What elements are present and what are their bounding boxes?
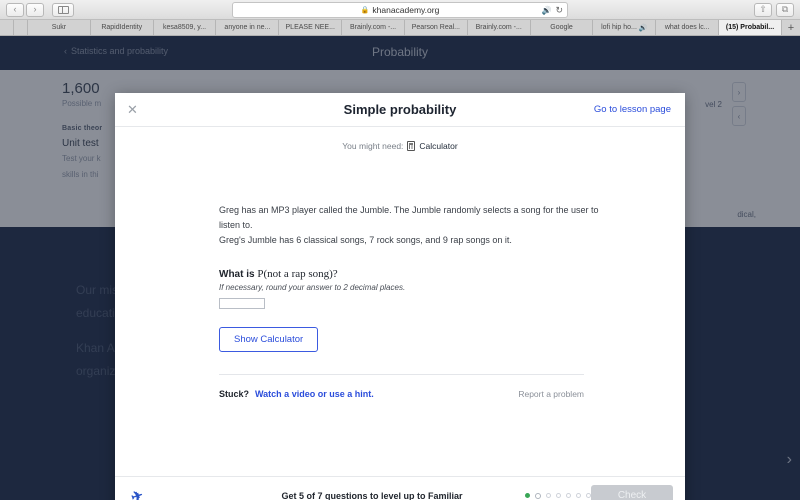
level-up-text: Get 5 of 7 questions to level up to Fami… bbox=[281, 490, 463, 500]
go-to-lesson-page-link[interactable]: Go to lesson page bbox=[594, 104, 671, 115]
stuck-label: Stuck? bbox=[219, 388, 250, 399]
question-line: What is P(not a rap song)? bbox=[219, 268, 599, 280]
stuck-row: Stuck? Watch a video or use a hint. Repo… bbox=[219, 389, 584, 399]
browser-tab-label: RapidIdentity bbox=[101, 24, 143, 31]
watch-video-hint-link[interactable]: Watch a video or use a hint. bbox=[255, 389, 374, 399]
close-icon[interactable]: ✕ bbox=[127, 103, 138, 116]
browser-tab-label: anyone in ne... bbox=[224, 24, 271, 31]
address-bar[interactable]: 🔒 khanacademy.org 🔊 ↻ bbox=[232, 2, 568, 18]
question-math: P(not a rap song)? bbox=[257, 267, 338, 280]
forward-icon: › bbox=[33, 4, 37, 14]
share-button[interactable]: ⇧ bbox=[754, 2, 772, 17]
browser-tab[interactable]: Sukr bbox=[28, 20, 91, 35]
browser-tab[interactable]: lofi hip ho... 🔊 bbox=[593, 20, 657, 35]
modal-footer: ✈ Get 5 of 7 questions to level up to Fa… bbox=[115, 476, 685, 500]
reload-icon[interactable]: ↻ bbox=[555, 5, 563, 16]
browser-tab-label: lofi hip ho... bbox=[601, 24, 637, 31]
sidebar-toggle-button[interactable] bbox=[52, 2, 74, 17]
back-button[interactable]: ‹ bbox=[6, 2, 24, 17]
browser-tab[interactable]: (15) Probabil... bbox=[719, 20, 782, 35]
new-tab-button[interactable]: + bbox=[781, 20, 800, 35]
section-divider bbox=[219, 373, 584, 375]
browser-toolbar: ‹ › 🔒 khanacademy.org 🔊 ↻ ⇧ ⧉ bbox=[0, 0, 800, 20]
lock-icon: 🔒 bbox=[360, 7, 370, 14]
tabs-icon: ⧉ bbox=[781, 4, 789, 14]
toolbar-right-buttons: ⇧ ⧉ bbox=[754, 2, 794, 17]
progress-dot bbox=[546, 493, 551, 498]
progress-dot bbox=[556, 493, 561, 498]
browser-tab[interactable]: what does lc... bbox=[656, 20, 720, 35]
answer-input[interactable] bbox=[219, 297, 265, 309]
browser-tab[interactable]: anyone in ne... bbox=[216, 20, 280, 35]
tab-strip: Sukr RapidIdentity kesa8509, y... anyone in… bbox=[0, 20, 800, 36]
forward-button[interactable]: › bbox=[26, 2, 44, 17]
you-might-need-row: You might need: Calculator bbox=[115, 141, 685, 151]
sidebar-icon bbox=[57, 5, 69, 14]
show-tabs-button[interactable]: ⧉ bbox=[776, 2, 794, 17]
browser-tab-label: Brainly.com -... bbox=[475, 24, 522, 31]
progress-dots bbox=[525, 492, 591, 499]
browser-tab[interactable] bbox=[14, 20, 28, 35]
tab-audio-icon[interactable]: 🔊 bbox=[639, 24, 648, 32]
progress-dot bbox=[576, 493, 581, 498]
progress-dot bbox=[566, 493, 571, 498]
calculator-icon bbox=[407, 141, 416, 151]
browser-tab-label: Brainly.com -... bbox=[349, 24, 397, 31]
browser-chrome: ‹ › 🔒 khanacademy.org 🔊 ↻ ⇧ ⧉ Sukr RapidI… bbox=[0, 0, 800, 36]
problem-area: Greg has an MP3 player called the Jumble… bbox=[219, 203, 599, 399]
khan-academy-page: ‹ Statistics and probability Probability… bbox=[0, 36, 800, 500]
problem-line-2: Greg's Jumble has 6 classical songs, 7 r… bbox=[219, 234, 512, 245]
share-icon: ⇧ bbox=[759, 4, 767, 14]
question-prefix: What is bbox=[219, 268, 258, 280]
problem-line-1: Greg has an MP3 player called the Jumble… bbox=[219, 205, 599, 230]
browser-tab[interactable] bbox=[0, 20, 14, 35]
browser-tab-label: Pearson Real... bbox=[411, 24, 460, 31]
browser-tab[interactable]: PLEASE NEE... bbox=[279, 20, 343, 35]
show-calculator-button[interactable]: Show Calculator bbox=[219, 326, 319, 352]
speaker-icon[interactable]: 🔊 bbox=[541, 6, 551, 15]
browser-tab-label: Google bbox=[550, 24, 573, 31]
browser-tab[interactable]: Brainly.com -... bbox=[342, 20, 405, 35]
browser-tab[interactable]: RapidIdentity bbox=[90, 20, 154, 35]
browser-tab[interactable]: Pearson Real... bbox=[404, 20, 468, 35]
address-bar-actions: 🔊 ↻ bbox=[541, 5, 563, 16]
browser-tab-label: PLEASE NEE... bbox=[285, 24, 335, 31]
exercise-modal: ✕ Simple probability Go to lesson page Y… bbox=[115, 93, 685, 500]
modal-header: ✕ Simple probability Go to lesson page bbox=[115, 93, 685, 127]
browser-tab[interactable]: Google bbox=[530, 20, 594, 35]
url-text: khanacademy.org bbox=[372, 5, 440, 15]
browser-tab-label: Sukr bbox=[51, 24, 67, 31]
khan-academy-logo-icon: ✈ bbox=[128, 485, 145, 500]
check-button[interactable]: Check bbox=[591, 484, 673, 500]
calculator-link[interactable]: Calculator bbox=[419, 141, 457, 151]
modal-body: You might need: Calculator Greg has an M… bbox=[115, 127, 685, 476]
rounding-hint: If necessary, round your answer to 2 dec… bbox=[219, 282, 406, 292]
progress-dot bbox=[525, 493, 530, 498]
back-icon: ‹ bbox=[13, 4, 17, 14]
browser-tab[interactable]: Brainly.com -... bbox=[467, 20, 531, 35]
report-problem-link[interactable]: Report a problem bbox=[518, 389, 584, 399]
navigation-buttons: ‹ › bbox=[6, 2, 74, 17]
you-might-need-label: You might need: bbox=[342, 141, 404, 151]
browser-tab[interactable]: kesa8509, y... bbox=[153, 20, 217, 35]
progress-dot bbox=[586, 493, 591, 498]
browser-tab-label: what does lc... bbox=[664, 24, 710, 31]
browser-tab-label: kesa8509, y... bbox=[163, 24, 207, 31]
browser-tab-label: (15) Probabil... bbox=[725, 24, 775, 31]
progress-dot bbox=[535, 492, 541, 499]
